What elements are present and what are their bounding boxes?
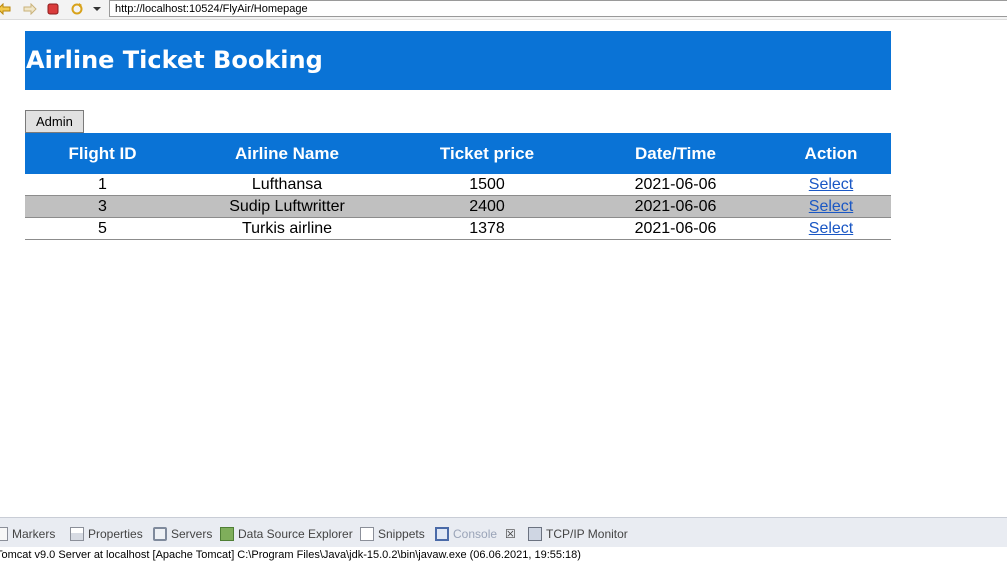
flight-id-cell: 5 (25, 217, 180, 240)
tab-label: Servers (171, 527, 213, 541)
close-icon[interactable]: ☒ (505, 527, 516, 541)
tcp-monitor-icon (528, 527, 542, 541)
column-header-date-time: Date/Time (580, 133, 771, 174)
select-link[interactable]: Select (809, 198, 853, 215)
properties-icon (70, 527, 84, 541)
console-icon (435, 527, 449, 541)
table-row: 5 Turkis airline 1378 2021-06-06 Select (25, 217, 891, 240)
tab-label: Snippets (378, 527, 425, 541)
date-time-cell: 2021-06-06 (580, 217, 771, 240)
table-row: 1 Lufthansa 1500 2021-06-06 Select (25, 174, 891, 196)
ticket-price-cell: 2400 (394, 195, 580, 218)
tab-properties[interactable]: Properties (70, 526, 143, 542)
tab-servers[interactable]: Servers (153, 526, 212, 542)
ticket-price-cell: 1378 (394, 217, 580, 240)
flight-id-cell: 1 (25, 174, 180, 196)
browser-toolbar: http://localhost:10524/FlyAir/Homepage (0, 0, 1007, 20)
select-link[interactable]: Select (809, 176, 853, 193)
page-title: Airline Ticket Booking (25, 31, 891, 90)
tab-label: Properties (88, 527, 143, 541)
action-cell: Select (771, 217, 891, 240)
admin-button[interactable]: Admin (25, 110, 84, 133)
column-header-airline-name: Airline Name (180, 133, 394, 174)
data-source-icon (220, 527, 234, 541)
servers-icon (153, 527, 167, 541)
console-output: Tomcat v9.0 Server at localhost [Apache … (0, 547, 1007, 563)
airline-name-cell: Sudip Luftwritter (180, 195, 394, 218)
tab-label: Data Source Explorer (238, 527, 353, 541)
stop-icon[interactable] (45, 1, 61, 17)
tab-label: Console (453, 527, 498, 541)
table-row: 3 Sudip Luftwritter 2400 2021-06-06 Sele… (25, 195, 891, 218)
tab-snippets[interactable]: Snippets (360, 526, 425, 542)
markers-icon (0, 527, 8, 541)
snippets-icon (360, 527, 374, 541)
action-cell: Select (771, 174, 891, 196)
tab-console[interactable]: Console ☒ (435, 526, 516, 542)
airline-name-cell: Lufthansa (180, 174, 394, 196)
tab-data-source-explorer[interactable]: Data Source Explorer (220, 526, 353, 542)
flight-id-cell: 3 (25, 195, 180, 218)
flights-table: Flight ID Airline Name Ticket price Date… (25, 133, 891, 240)
refresh-icon[interactable] (69, 1, 85, 17)
select-link[interactable]: Select (809, 220, 853, 237)
date-time-cell: 2021-06-06 (580, 174, 771, 196)
airline-name-cell: Turkis airline (180, 217, 394, 240)
tab-tcp-ip-monitor[interactable]: TCP/IP Monitor (528, 526, 628, 542)
tab-label: TCP/IP Monitor (546, 527, 628, 541)
tab-label: Markers (12, 527, 56, 541)
dropdown-arrow-icon[interactable] (89, 1, 105, 17)
url-field[interactable]: http://localhost:10524/FlyAir/Homepage (109, 0, 1007, 17)
ticket-price-cell: 1500 (394, 174, 580, 196)
table-header-row: Flight ID Airline Name Ticket price Date… (25, 133, 891, 174)
tab-markers[interactable]: Markers (0, 526, 55, 542)
back-arrow-icon[interactable] (0, 1, 12, 17)
forward-arrow-icon[interactable] (22, 1, 38, 17)
ide-panel-tabs: Markers Properties Servers Data Source E… (0, 517, 1007, 548)
date-time-cell: 2021-06-06 (580, 195, 771, 218)
page-content: Airline Ticket Booking Admin Flight ID A… (25, 31, 891, 240)
column-header-action: Action (771, 133, 891, 174)
column-header-ticket-price: Ticket price (394, 133, 580, 174)
action-cell: Select (771, 195, 891, 218)
column-header-flight-id: Flight ID (25, 133, 180, 174)
